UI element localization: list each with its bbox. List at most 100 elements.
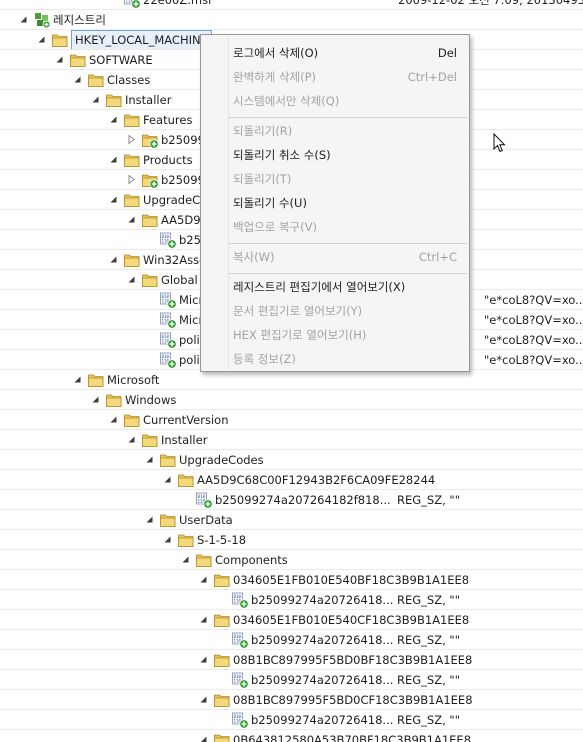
tree-node-label: 08B1BC897995F5BD0BF18C3B9B1A1EE8 bbox=[233, 653, 473, 667]
mouse-cursor-icon bbox=[493, 132, 507, 153]
menu-item-8[interactable]: 되돌리기 수(U) bbox=[201, 192, 469, 214]
folder-icon bbox=[141, 271, 159, 289]
tree-node-034605e1fb010e540bf18c3b9b1a1ee8[interactable]: 034605E1FB010E540BF18C3B9B1A1EE8 bbox=[0, 570, 583, 590]
tree-node-label: Classes bbox=[107, 73, 151, 87]
expanded-arrow-icon[interactable] bbox=[198, 734, 209, 742]
registry-value-icon: 010110 bbox=[231, 631, 249, 649]
folder-icon bbox=[123, 251, 141, 269]
collapsed-arrow-icon[interactable] bbox=[126, 134, 137, 145]
tree-node-034605e1fb010e540cf18c3b9b1a1ee8[interactable]: 034605E1FB010E540CF18C3B9B1A1EE8 bbox=[0, 610, 583, 630]
expanded-arrow-icon[interactable] bbox=[198, 574, 209, 585]
folder-icon bbox=[141, 431, 159, 449]
tree-node-components[interactable]: Components bbox=[0, 550, 583, 570]
menu-item-14[interactable]: 문서 편집기로 열어보기(Y) bbox=[201, 300, 469, 322]
menu-item-16[interactable]: 등록 정보(Z) bbox=[201, 348, 469, 370]
tree-node-label: SOFTWARE bbox=[89, 53, 153, 67]
tree-value-row[interactable]: 010 110 b25099274a20726418... REG_SZ, "" bbox=[0, 590, 583, 610]
tree-value-row[interactable]: 010 110 b25099274a20726418... REG_SZ, "" bbox=[0, 630, 583, 650]
menu-item-2[interactable]: 완벽하게 삭제(P) Ctrl+Del bbox=[201, 66, 469, 88]
tree-node-item[interactable]: 레지스트리 bbox=[0, 10, 583, 30]
expanded-arrow-icon[interactable] bbox=[90, 94, 101, 105]
tree-value-row[interactable]: 010 110 b25099274a207264182f818... REG_SZ, … bbox=[0, 490, 583, 510]
menu-separator bbox=[229, 273, 467, 274]
folder-icon bbox=[87, 371, 105, 389]
tree-node-s-1-5-18[interactable]: S-1-5-18 bbox=[0, 530, 583, 550]
registry-root-icon bbox=[33, 11, 51, 29]
folder-icon bbox=[69, 51, 87, 69]
expanded-arrow-icon[interactable] bbox=[72, 374, 83, 385]
expanded-arrow-icon[interactable] bbox=[198, 614, 209, 625]
tree-node-microsoft[interactable]: Microsoft bbox=[0, 370, 583, 390]
tree-node-currentversion[interactable]: CurrentVersion bbox=[0, 410, 583, 430]
tree-node-label: b25099274a20726418... bbox=[251, 593, 394, 607]
tree-value-row[interactable]: 010 110 b25099274a20726418... REG_SZ, "" bbox=[0, 710, 583, 730]
tree-node-installer[interactable]: Installer bbox=[0, 430, 583, 450]
expanded-arrow-icon[interactable] bbox=[162, 474, 173, 485]
menu-item-9[interactable]: 백업으로 복구(V) bbox=[201, 216, 469, 238]
expanded-arrow-icon[interactable] bbox=[126, 434, 137, 445]
expanded-arrow-icon[interactable] bbox=[198, 654, 209, 665]
expanded-arrow-icon[interactable] bbox=[108, 114, 119, 125]
folder-icon bbox=[105, 391, 123, 409]
expanded-arrow-icon[interactable] bbox=[108, 254, 119, 265]
menu-separator bbox=[229, 117, 467, 118]
expanded-arrow-icon[interactable] bbox=[108, 154, 119, 165]
expanded-arrow-icon[interactable] bbox=[108, 194, 119, 205]
expanded-arrow-icon[interactable] bbox=[180, 554, 191, 565]
menu-item-shortcut: Del bbox=[437, 46, 457, 60]
expanded-arrow-icon[interactable] bbox=[54, 54, 65, 65]
menu-item-11[interactable]: 복사(W) Ctrl+C bbox=[201, 246, 469, 268]
menu-item-13[interactable]: 레지스트리 편집기에서 열어보기(X) bbox=[201, 276, 469, 298]
folder-icon bbox=[159, 511, 177, 529]
expanded-arrow-icon[interactable] bbox=[144, 514, 155, 525]
value-type: REG_SZ, "" bbox=[397, 633, 460, 647]
tree-node-label: b25099274a207264182f818... bbox=[215, 493, 391, 507]
folder-icon bbox=[141, 211, 159, 229]
menu-item-label: 문서 편집기로 열어보기(Y) bbox=[233, 304, 363, 318]
tree-value-row[interactable]: 010 110 b25099274a20726418... REG_SZ, "" bbox=[0, 670, 583, 690]
expanded-arrow-icon[interactable] bbox=[108, 414, 119, 425]
expanded-arrow-icon[interactable] bbox=[36, 34, 47, 45]
selected-node-label: HKEY_LOCAL_MACHINE bbox=[71, 30, 212, 50]
tree-node-label: 08B1BC897995F5BD0CF18C3B9B1A1EE8 bbox=[233, 693, 473, 707]
expanded-arrow-icon[interactable] bbox=[72, 74, 83, 85]
expanded-arrow-icon[interactable] bbox=[126, 274, 137, 285]
folder-icon bbox=[213, 651, 231, 669]
menu-item-label: 복사(W) bbox=[233, 250, 275, 264]
menu-item-5[interactable]: 되돌리기(R) bbox=[201, 120, 469, 142]
expanded-arrow-icon[interactable] bbox=[162, 534, 173, 545]
tree-node-08b1bc897995f5bd0cf18c3b9b1a1ee8[interactable]: 08B1BC897995F5BD0CF18C3B9B1A1EE8 bbox=[0, 690, 583, 710]
menu-item-3[interactable]: 시스템에서만 삭제(Q) bbox=[201, 90, 469, 112]
folder-icon bbox=[177, 531, 195, 549]
tree-node-aa5d9c68c00f12943b2f6ca09fe28244[interactable]: AA5D9C68C00F12943B2F6CA09FE28244 bbox=[0, 470, 583, 490]
tree-node-label: UserData bbox=[179, 513, 233, 527]
folder-icon bbox=[195, 551, 213, 569]
tree-node-upgradecodes[interactable]: UpgradeCodes bbox=[0, 450, 583, 470]
menu-item-7[interactable]: 되돌리기(T) bbox=[201, 168, 469, 190]
expanded-arrow-icon[interactable] bbox=[126, 214, 137, 225]
tree-node-label: Microsoft bbox=[107, 373, 160, 387]
menu-item-label: 등록 정보(Z) bbox=[233, 352, 296, 366]
menu-item-label: 로그에서 삭제(O) bbox=[233, 46, 319, 60]
menu-item-15[interactable]: HEX 편집기로 열어보기(H) bbox=[201, 324, 469, 346]
expanded-arrow-icon[interactable] bbox=[18, 14, 29, 25]
tree-node-label: S-1-5-18 bbox=[197, 533, 247, 547]
expanded-arrow-icon[interactable] bbox=[198, 694, 209, 705]
context-menu: 로그에서 삭제(O) Del 완벽하게 삭제(P) Ctrl+Del 시스템에서만 삭제… bbox=[200, 34, 470, 372]
registry-value-icon: 010110 bbox=[231, 711, 249, 729]
tree-node-userdata[interactable]: UserData bbox=[0, 510, 583, 530]
registry-value-icon: 010110 bbox=[159, 351, 177, 369]
tree-node-label: 레지스트리 bbox=[53, 13, 106, 27]
tree-node-label: b25099274a20726418... bbox=[251, 713, 394, 727]
menu-item-label: 시스템에서만 삭제(Q) bbox=[233, 94, 340, 108]
menu-item-1[interactable]: 로그에서 삭제(O) Del bbox=[201, 42, 469, 64]
tree-node-08b1bc897995f5bd0bf18c3b9b1a1ee8[interactable]: 08B1BC897995F5BD0BF18C3B9B1A1EE8 bbox=[0, 650, 583, 670]
folder-icon bbox=[213, 731, 231, 742]
registry-value-icon: 010110 bbox=[231, 591, 249, 609]
expanded-arrow-icon[interactable] bbox=[144, 454, 155, 465]
menu-item-6[interactable]: 되돌리기 취소 수(S) bbox=[201, 144, 469, 166]
collapsed-arrow-icon[interactable] bbox=[126, 174, 137, 185]
expanded-arrow-icon[interactable] bbox=[90, 394, 101, 405]
tree-node-0b643812580a53b70bf18c3b9b1a1ee8[interactable]: 0B643812580A53B70BF18C3B9B1A1EE8 bbox=[0, 730, 583, 742]
tree-node-windows[interactable]: Windows bbox=[0, 390, 583, 410]
